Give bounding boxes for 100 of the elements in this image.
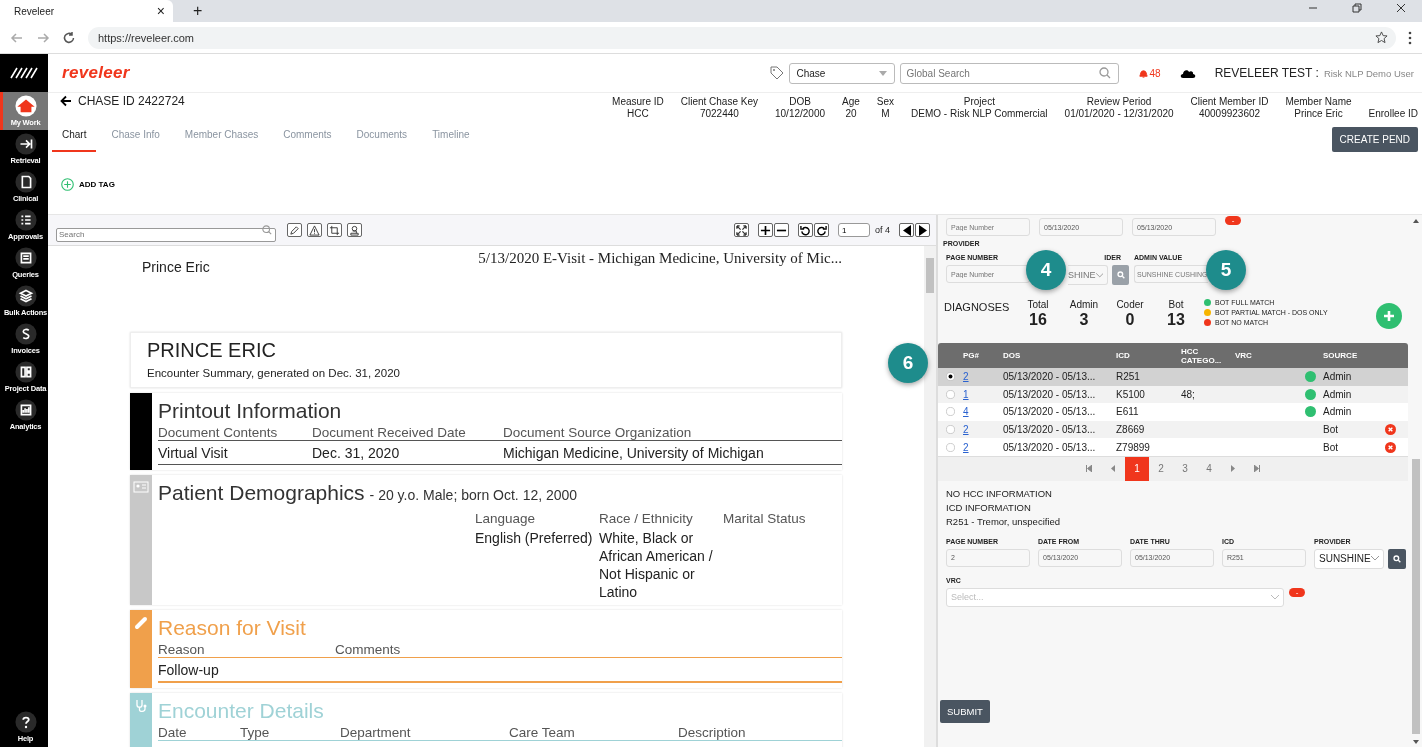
page-link[interactable]: 2 [963,424,1003,436]
cloud-icon[interactable] [1179,68,1196,78]
page-button[interactable]: 1 [1125,456,1149,481]
column-header: Race / Ethnicity [599,511,694,526]
column-header: Language [475,511,537,526]
stamp-button[interactable] [347,223,362,237]
radio-button[interactable] [946,372,955,382]
meta-label: Client Member ID [1190,96,1269,108]
brand-logo[interactable]: reveleer [62,63,130,83]
provider-select[interactable]: SUNSHINE [1314,548,1384,569]
meta-label: Client Chase Key [680,96,758,108]
scrollbar-thumb[interactable] [926,258,934,293]
table-cell-text: Z8669 [1116,424,1146,436]
column-header: VRC [1235,351,1253,360]
table-cell-text: R251 [1116,371,1141,383]
count-value: 3 [1079,311,1089,329]
star-icon[interactable] [1375,31,1388,44]
table-cell-text: K5100 [1116,388,1146,400]
zoom-out-button[interactable] [774,223,789,237]
radio-button[interactable] [946,407,955,417]
radio-button[interactable] [946,389,955,399]
table-cell-text: Admin [1323,371,1353,383]
next-page-button[interactable] [915,223,930,237]
submit-button[interactable]: SUBMIT [940,700,990,723]
column-header: PG# [963,351,980,360]
delete-icon[interactable] [1385,441,1396,453]
page-button[interactable]: 3 [1173,456,1197,481]
back-arrow-icon[interactable] [60,95,72,107]
browser-tab[interactable]: Reveleer × [0,0,173,22]
plus-icon [1383,310,1395,322]
rotate-right-button[interactable] [814,223,829,237]
meta-label: Member Name [1285,96,1352,108]
user-name[interactable]: Risk NLP Demo User [1323,67,1414,79]
document-search-field[interactable]: Search [56,227,276,242]
column-header: ICD [1116,351,1131,360]
patient-heading: PRINCE ERIC [147,339,277,362]
logo-icon[interactable] [10,67,38,79]
reload-icon[interactable] [62,30,76,45]
table-cell-text: 05/13/2020 - 05/13... [1003,424,1097,436]
scrollbar-thumb[interactable] [1412,459,1420,734]
meta-value: 01/01/2020 - 12/31/2020 [1064,108,1174,120]
search-button[interactable] [1388,548,1406,569]
scroll-up-icon[interactable] [1413,219,1419,223]
page-total: of 4 [875,225,890,235]
create-pend-button[interactable]: CREATE PEND [1331,127,1418,152]
provider-select[interactable]: SHINE [1068,265,1108,285]
tab[interactable]: Chart [52,125,97,152]
search-type-select[interactable]: Chase [788,62,895,84]
address-bar[interactable]: https://reveleer.com [88,26,1396,49]
highlight-button[interactable] [287,223,302,237]
meta-label: DOB [789,96,811,108]
page-link[interactable]: 2 [963,441,1003,453]
remove-button[interactable]: - [1225,216,1241,225]
global-search-field[interactable]: Global Search [899,62,1119,84]
tag-icon[interactable] [769,66,784,80]
count-label: Coder [1116,299,1144,310]
page-button[interactable]: 2 [1149,456,1173,481]
page-link[interactable]: 4 [963,406,1003,418]
warning-button[interactable] [307,223,322,237]
table-row[interactable]: 4 05/13/2020 - 05/13... E611 Admin [938,403,1408,421]
count-label: Total [1027,299,1049,310]
radio-button[interactable] [946,425,955,435]
table-row[interactable]: 2 05/13/2020 - 05/13... Z79899 Bot [938,438,1408,456]
crop-button[interactable] [327,223,342,237]
pencil-icon [289,224,300,236]
page-button[interactable]: 4 [1197,456,1221,481]
diagnoses-title: DIAGNOSES [944,301,1011,313]
page-link[interactable]: 1 [963,388,1003,400]
close-tab-button[interactable]: × [156,3,165,19]
triangle-left-icon [901,224,912,236]
column-header: Comments [335,642,402,657]
previous-icon [1111,465,1115,473]
new-tab-button[interactable]: + [193,0,203,22]
table-cell-text: E611 [1116,406,1140,418]
table-row[interactable]: 2 05/13/2020 - 05/13... R251 Admin [938,368,1408,386]
search-icon [1116,271,1125,279]
column-header: Marital Status [723,511,807,526]
more-icon[interactable] [1408,30,1412,45]
remove-button[interactable]: - [1289,587,1305,597]
notification-button[interactable]: 48 [1137,67,1161,79]
page-link[interactable]: 2 [963,371,1003,383]
page-number-field[interactable]: 1 [838,223,870,237]
help-icon [14,711,37,733]
close-icon[interactable] [1396,3,1406,13]
section-title: Reason for Visit [158,616,307,640]
first-icon [1086,465,1092,473]
organization-name: REVELEER TEST : [1214,66,1319,80]
scroll-down-icon[interactable] [1413,740,1419,744]
zoom-in-button[interactable] [758,223,773,237]
add-tag-button[interactable]: ADD TAG [61,178,115,191]
column-header: Department [340,725,412,740]
radio-button[interactable] [946,442,955,452]
plus-icon [760,224,771,236]
document-patient-name: Prince Eric [142,259,210,275]
delete-icon[interactable] [1385,424,1396,436]
fit-screen-button[interactable] [734,223,749,237]
rotate-left-button[interactable] [798,223,813,237]
previous-page-button[interactable] [899,223,914,237]
chevron-icon [1095,272,1103,278]
restore-icon[interactable] [1352,3,1362,13]
